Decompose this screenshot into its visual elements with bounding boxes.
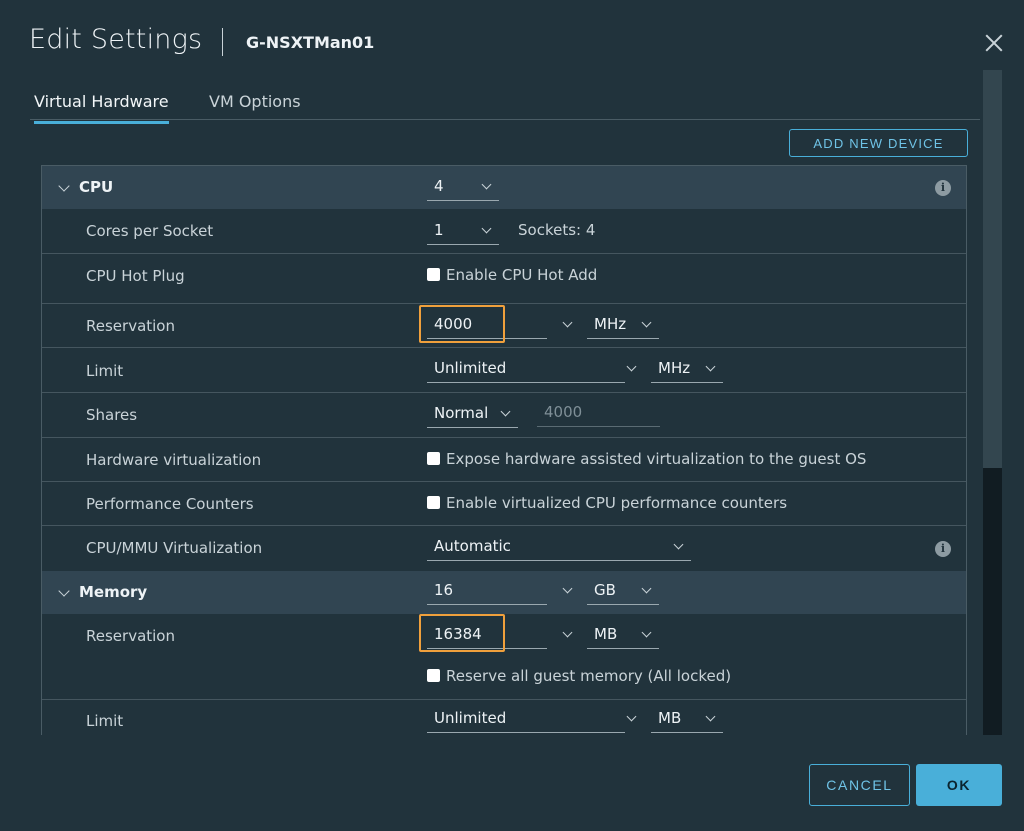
cpu-reservation-unit-select[interactable]: MHz [587, 311, 659, 339]
cpu-section-header[interactable]: CPU 4 i [42, 166, 966, 209]
mmu-virtualization-row: CPU/MMU Virtualization Automatic i [42, 526, 966, 571]
info-icon[interactable]: i [935, 541, 951, 557]
performance-counters-checkbox-label: Enable virtualized CPU performance count… [446, 494, 788, 512]
cores-per-socket-row: Cores per Socket 1 Sockets: 4 [42, 209, 966, 254]
cpu-hot-plug-label: CPU Hot Plug [86, 267, 185, 285]
chevron-down-icon [641, 627, 652, 638]
vm-name: G-NSXTMan01 [246, 33, 375, 52]
memory-label: Memory [79, 583, 148, 601]
memory-size-input[interactable]: 16 [427, 577, 547, 605]
shares-value-input[interactable]: 4000 [537, 399, 660, 427]
edit-settings-dialog: Edit Settings G-NSXTMan01 Virtual Hardwa… [0, 0, 1024, 831]
ok-button[interactable]: OK [916, 764, 1002, 806]
reservation-highlight [419, 614, 505, 652]
cpu-label: CPU [79, 178, 114, 196]
cpu-limit-value: Unlimited [434, 359, 507, 377]
checkbox-box[interactable] [427, 496, 440, 509]
hardware-virtualization-label: Hardware virtualization [86, 451, 262, 469]
close-icon[interactable] [983, 32, 1005, 54]
chevron-down-icon[interactable] [58, 180, 70, 192]
chevron-down-icon [500, 406, 511, 417]
memory-limit-unit-select[interactable]: MB [651, 705, 723, 733]
mmu-virtualization-select[interactable]: Automatic [427, 533, 691, 561]
cpu-hot-add-label: Enable CPU Hot Add [446, 266, 598, 284]
cancel-button[interactable]: CANCEL [809, 764, 910, 806]
chevron-down-icon[interactable] [562, 583, 573, 594]
dialog-title: Edit Settings [29, 24, 203, 55]
cpu-limit-unit-select[interactable]: MHz [651, 355, 723, 383]
chevron-down-icon[interactable] [626, 711, 637, 722]
checkbox-box[interactable] [427, 669, 440, 682]
checkbox-box[interactable] [427, 452, 440, 465]
checkbox-box[interactable] [427, 268, 440, 281]
shares-level-select[interactable]: Normal [427, 400, 518, 428]
chevron-down-icon[interactable] [562, 627, 573, 638]
chevron-down-icon [673, 539, 684, 550]
reservation-highlight [419, 305, 505, 343]
hardware-virtualization-checkbox-label: Expose hardware assisted virtualization … [446, 450, 867, 468]
memory-unit: GB [594, 581, 616, 599]
performance-counters-row: Performance Counters Enable virtualized … [42, 482, 966, 526]
memory-unit-select[interactable]: GB [587, 577, 659, 605]
title-separator [222, 28, 223, 56]
cpu-limit-input[interactable]: Unlimited [427, 355, 625, 383]
performance-counters-checkbox[interactable]: Enable virtualized CPU performance count… [427, 494, 787, 512]
cores-per-socket-label: Cores per Socket [86, 222, 214, 240]
hardware-virtualization-row: Hardware virtualization Expose hardware … [42, 438, 966, 482]
chevron-down-icon [641, 583, 652, 594]
reserve-all-memory-label: Reserve all guest memory (All locked) [446, 667, 732, 685]
chevron-down-icon[interactable] [58, 585, 70, 597]
tab-bar: Virtual Hardware VM Options [30, 84, 980, 124]
chevron-down-icon [641, 317, 652, 328]
shares-label: Shares [86, 406, 138, 424]
memory-reservation-unit-select[interactable]: MB [587, 621, 659, 649]
scrollbar-thumb[interactable] [983, 70, 1002, 468]
reserve-all-memory-checkbox[interactable]: Reserve all guest memory (All locked) [427, 667, 731, 685]
memory-size-value: 16 [434, 581, 454, 599]
memory-limit-row: Limit Unlimited MB [42, 700, 966, 735]
memory-limit-label: Limit [86, 712, 124, 730]
memory-limit-unit: MB [658, 709, 682, 727]
tab-virtual-hardware[interactable]: Virtual Hardware [34, 92, 169, 124]
cpu-limit-label: Limit [86, 362, 124, 380]
shares-value: 4000 [544, 403, 583, 421]
hardware-panel: CPU 4 i Cores per Socket 1 Sockets: 4 CP… [41, 165, 967, 735]
cpu-limit-row: Limit Unlimited MHz [42, 348, 966, 393]
cores-per-socket-value: 1 [434, 221, 444, 239]
shares-level-value: Normal [434, 404, 489, 422]
cores-per-socket-select[interactable]: 1 [427, 217, 499, 245]
shares-row: Shares Normal 4000 [42, 393, 966, 438]
cpu-count-select[interactable]: 4 [427, 173, 499, 201]
memory-limit-value: Unlimited [434, 709, 507, 727]
tab-vm-options[interactable]: VM Options [209, 92, 301, 121]
cpu-reservation-unit: MHz [594, 315, 627, 333]
performance-counters-label: Performance Counters [86, 495, 254, 513]
chevron-down-icon[interactable] [626, 361, 637, 372]
mmu-virtualization-label: CPU/MMU Virtualization [86, 539, 263, 557]
memory-reservation-label: Reservation [86, 627, 175, 645]
chevron-down-icon [705, 711, 716, 722]
chevron-down-icon[interactable] [562, 317, 573, 328]
memory-reservation-unit: MB [594, 625, 618, 643]
info-icon[interactable]: i [935, 180, 951, 196]
chevron-down-icon [481, 223, 492, 234]
cpu-reservation-label: Reservation [86, 317, 175, 335]
cpu-hot-add-checkbox[interactable]: Enable CPU Hot Add [427, 266, 597, 284]
cpu-count-value: 4 [434, 177, 444, 195]
memory-section-header[interactable]: Memory 16 GB [42, 571, 966, 614]
memory-reservation-row: Reservation 16384 MB Reserve all guest m… [42, 614, 966, 700]
hardware-virtualization-checkbox[interactable]: Expose hardware assisted virtualization … [427, 450, 866, 468]
chevron-down-icon [705, 361, 716, 372]
cpu-reservation-row: Reservation 4000 MHz [42, 304, 966, 348]
add-new-device-button[interactable]: ADD NEW DEVICE [789, 129, 968, 157]
memory-limit-input[interactable]: Unlimited [427, 705, 625, 733]
cpu-limit-unit: MHz [658, 359, 691, 377]
chevron-down-icon [481, 179, 492, 190]
mmu-virtualization-value: Automatic [434, 537, 511, 555]
sockets-text: Sockets: 4 [518, 221, 596, 239]
cpu-hot-plug-row: CPU Hot Plug Enable CPU Hot Add [42, 254, 966, 304]
